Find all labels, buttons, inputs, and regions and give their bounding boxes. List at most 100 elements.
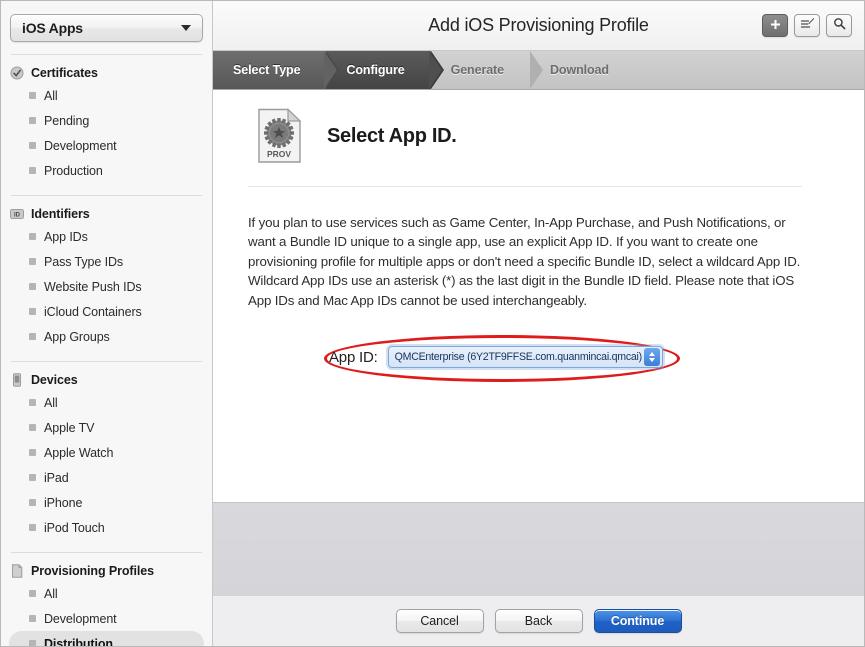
sidebar-group-header-identifiers: ID Identifiers [1,204,212,224]
sidebar-item-apple-tv[interactable]: Apple TV [9,415,204,440]
sidebar-item-label: All [44,88,58,103]
sidebar-item-certificates-all[interactable]: All [9,83,204,108]
provisioning-icon-caption: PROV [267,149,291,159]
bullet-icon [29,308,36,315]
content-header: PROV Select App ID. [213,90,864,164]
bullet-icon [29,92,36,99]
back-button[interactable]: Back [494,609,583,633]
sidebar-item-label: Pass Type IDs [44,254,124,269]
sidebar-item-icloud-containers[interactable]: iCloud Containers [9,299,204,324]
step-select-type[interactable]: Select Type [213,51,340,89]
bullet-icon [29,233,36,240]
svg-text:ID: ID [14,213,21,219]
search-button[interactable] [826,14,852,37]
sidebar-group-header-provisioning-profiles: Provisioning Profiles [1,561,212,581]
bullet-icon [29,449,36,456]
sidebar-item-certificates-pending[interactable]: Pending [9,108,204,133]
step-generate[interactable]: Generate [431,51,543,89]
content-area: PROV Select App ID. If you plan to use s… [213,90,864,502]
sidebar-item-label: All [44,395,58,410]
sidebar-item-pass-type-ids[interactable]: Pass Type IDs [9,249,204,274]
step-label: Generate [450,63,505,77]
sidebar-item-label: Apple Watch [44,445,114,460]
sidebar-group-header-certificates: Certificates [1,63,212,83]
id-badge-icon: ID [10,207,24,221]
bullet-icon [29,474,36,481]
sidebar-group-devices: Devices All Apple TV Apple Watch iPad iP… [1,370,212,540]
bullet-icon [29,167,36,174]
sidebar-group-header-devices: Devices [1,370,212,390]
sidebar-divider-1 [11,54,202,55]
sidebar-item-devices-all[interactable]: All [9,390,204,415]
step-configure[interactable]: Configure [326,51,444,89]
step-label: Configure [346,63,405,77]
sidebar: iOS Apps Certificates All Pending Develo… [1,1,213,646]
sidebar-item-label: iPod Touch [44,520,105,535]
continue-button[interactable]: Continue [593,609,682,633]
sidebar-item-apple-watch[interactable]: Apple Watch [9,440,204,465]
app-window: iOS Apps Certificates All Pending Develo… [0,0,865,647]
sidebar-item-label: Distribution [44,636,113,647]
sidebar-group-certificates: Certificates All Pending Development Pro… [1,63,212,183]
device-phone-icon [10,373,24,387]
sidebar-item-label: Development [44,611,117,626]
org-selector[interactable]: iOS Apps [10,14,203,42]
chevron-up-icon [648,352,655,357]
sidebar-item-label: App IDs [44,229,88,244]
main-panel: Add iOS Provisioning Profile Select Type… [213,1,864,646]
bullet-icon [29,640,36,646]
org-selector-label: iOS Apps [22,20,83,36]
sidebar-item-app-ids[interactable]: App IDs [9,224,204,249]
sidebar-item-label: iCloud Containers [44,304,142,319]
sidebar-divider-2 [11,195,202,196]
bullet-icon [29,399,36,406]
edit-button[interactable] [794,14,820,37]
bullet-icon [29,424,36,431]
stepper-arrows-icon [643,348,660,367]
step-arrow [324,51,338,89]
sidebar-item-iphone[interactable]: iPhone [9,490,204,515]
bullet-icon [29,142,36,149]
bullet-icon [29,258,36,265]
sidebar-item-website-push-ids[interactable]: Website Push IDs [9,274,204,299]
sidebar-item-certificates-production[interactable]: Production [9,158,204,183]
content-divider [248,186,802,187]
sidebar-item-profiles-all[interactable]: All [9,581,204,606]
sidebar-item-label: Production [44,163,103,178]
sidebar-item-label: Development [44,138,117,153]
sidebar-item-app-groups[interactable]: App Groups [9,324,204,349]
sidebar-group-title: Certificates [31,66,98,80]
sidebar-group-identifiers: ID Identifiers App IDs Pass Type IDs Web… [1,204,212,349]
app-id-section: App ID: QMCEnterprise (6Y2TF9FFSE.com.qu… [213,332,864,388]
app-id-select[interactable]: QMCEnterprise (6Y2TF9FFSE.com.quanmincai… [387,346,663,369]
step-label: Select Type [233,63,301,77]
provisioning-profile-icon: PROV [257,108,303,164]
sidebar-item-ipod-touch[interactable]: iPod Touch [9,515,204,540]
step-arrow [428,51,442,89]
sidebar-item-label: iPad [44,470,69,485]
app-id-select-value: QMCEnterprise (6Y2TF9FFSE.com.quanmincai… [394,351,643,364]
sidebar-group-title: Identifiers [31,207,90,221]
sidebar-item-label: iPhone [44,495,83,510]
add-button[interactable] [762,14,788,37]
sidebar-item-profiles-development[interactable]: Development [9,606,204,631]
wizard-step-bar: Select Type Configure Generate Download [213,51,864,90]
content-heading: Select App ID. [327,124,457,147]
sidebar-item-label: All [44,586,58,601]
bullet-icon [29,499,36,506]
sidebar-group-title: Provisioning Profiles [31,564,154,578]
sidebar-item-label: Pending [44,113,90,128]
chevron-down-icon [181,25,191,31]
app-id-row: App ID: QMCEnterprise (6Y2TF9FFSE.com.qu… [329,346,663,369]
sidebar-item-certificates-development[interactable]: Development [9,133,204,158]
sidebar-item-profiles-distribution[interactable]: Distribution [9,631,204,646]
bullet-icon [29,117,36,124]
sidebar-item-ipad[interactable]: iPad [9,465,204,490]
chevron-down-icon [648,358,655,363]
sidebar-item-label: Apple TV [44,420,95,435]
sidebar-group-provisioning-profiles: Provisioning Profiles All Development Di… [1,561,212,646]
bullet-icon [29,524,36,531]
bullet-icon [29,590,36,597]
cancel-button[interactable]: Cancel [395,609,484,633]
step-download[interactable]: Download [530,51,635,89]
